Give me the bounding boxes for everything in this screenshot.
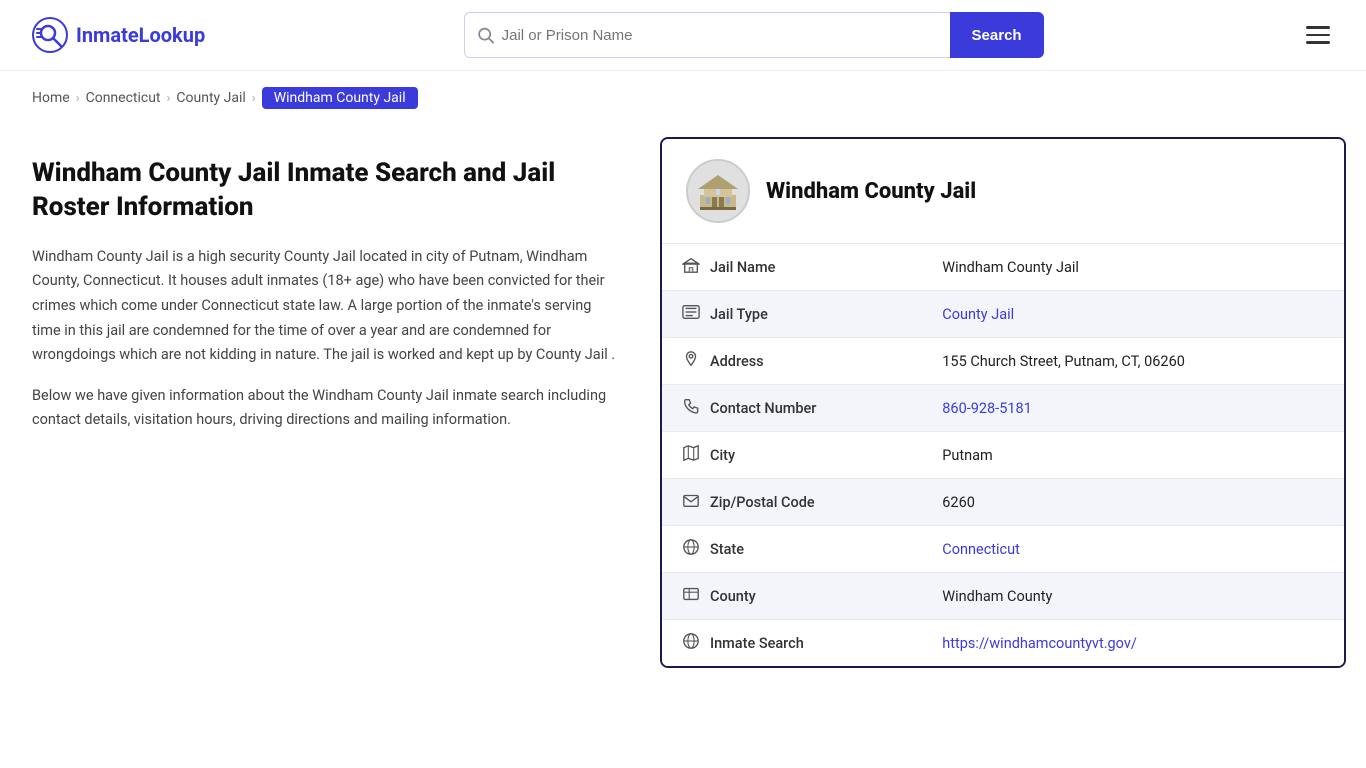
left-panel: Windham County Jail Inmate Search and Ja… [0, 117, 660, 717]
main-content: Windham County Jail Inmate Search and Ja… [0, 117, 1366, 717]
breadcrumb: Home › Connecticut › County Jail › Windh… [0, 71, 1366, 117]
info-value-address: 155 Church Street, Putnam, CT, 06260 [922, 338, 1344, 385]
breadcrumb-connecticut[interactable]: Connecticut [86, 90, 161, 106]
page-heading: Windham County Jail Inmate Search and Ja… [32, 157, 620, 225]
info-card: Windham County Jail Jail Name Windham Cou… [660, 137, 1346, 668]
county-label: County [710, 588, 756, 605]
contact-link[interactable]: 860-928-5181 [942, 400, 1032, 417]
jail-type-label: Jail Type [710, 306, 768, 323]
state-link[interactable]: Connecticut [942, 541, 1020, 558]
info-table: Jail Name Windham County Jail Jail Type Cou… [662, 243, 1344, 666]
info-table-row: City Putnam [662, 432, 1344, 479]
info-value-city: Putnam [922, 432, 1344, 479]
state-label: State [710, 541, 744, 558]
hamburger-line-2 [1306, 34, 1330, 37]
info-card-title: Windham County Jail [766, 179, 976, 204]
search-input[interactable] [502, 27, 938, 44]
description-paragraph-1: Windham County Jail is a high security C… [32, 245, 620, 368]
jail-type-icon [682, 303, 700, 325]
state-icon [682, 538, 700, 560]
search-icon [477, 26, 494, 44]
address-label: Address [710, 353, 764, 370]
breadcrumb-home[interactable]: Home [32, 90, 70, 106]
hamburger-menu[interactable] [1302, 22, 1334, 48]
info-value-jail-name: Windham County Jail [922, 244, 1344, 291]
logo-icon [32, 17, 68, 53]
info-value-zip: 6260 [922, 479, 1344, 526]
jail-building-icon [694, 167, 742, 215]
breadcrumb-sep-1: › [76, 91, 80, 106]
info-value-state[interactable]: Connecticut [922, 526, 1344, 573]
info-value-jail-type[interactable]: County Jail [922, 291, 1344, 338]
info-table-row: Jail Name Windham County Jail [662, 244, 1344, 291]
inmate-search-link[interactable]: https://windhamcountyvt.gov/ [942, 635, 1137, 652]
info-table-row: Address 155 Church Street, Putnam, CT, 06… [662, 338, 1344, 385]
info-label-county: County [662, 573, 922, 620]
description-paragraph-2: Below we have given information about th… [32, 384, 620, 433]
info-label-zip: Zip/Postal Code [662, 479, 922, 526]
breadcrumb-sep-3: › [252, 91, 256, 106]
inmate-search-icon [682, 632, 700, 654]
info-card-header: Windham County Jail [662, 139, 1344, 243]
info-value-county: Windham County [922, 573, 1344, 620]
logo-link[interactable]: InmateLookup [32, 17, 205, 53]
hamburger-line-3 [1306, 41, 1330, 44]
inmate-search-label: Inmate Search [710, 635, 804, 652]
breadcrumb-sep-2: › [167, 91, 171, 106]
county-icon [682, 585, 700, 607]
search-area: Search [464, 12, 1044, 58]
search-input-wrapper [464, 12, 950, 58]
info-label-jail-name: Jail Name [662, 244, 922, 291]
info-table-row: Zip/Postal Code 6260 [662, 479, 1344, 526]
info-label-city: City [662, 432, 922, 479]
search-button[interactable]: Search [950, 12, 1044, 58]
info-value-contact[interactable]: 860-928-5181 [922, 385, 1344, 432]
info-label-state: State [662, 526, 922, 573]
city-label: City [710, 447, 735, 464]
address-icon [682, 350, 700, 372]
zip-label: Zip/Postal Code [710, 494, 815, 511]
header: InmateLookup Search [0, 0, 1366, 71]
info-table-row: County Windham County [662, 573, 1344, 620]
info-label-jail-type: Jail Type [662, 291, 922, 338]
info-table-row: Contact Number 860-928-5181 [662, 385, 1344, 432]
breadcrumb-current: Windham County Jail [262, 87, 418, 109]
breadcrumb-county-jail[interactable]: County Jail [176, 90, 245, 106]
info-value-inmate-search[interactable]: https://windhamcountyvt.gov/ [922, 620, 1344, 667]
hamburger-line-1 [1306, 26, 1330, 29]
contact-label: Contact Number [710, 400, 816, 417]
contact-icon [682, 397, 700, 419]
info-label-inmate-search: Inmate Search [662, 620, 922, 667]
jail-name-label: Jail Name [710, 259, 775, 276]
right-panel: Windham County Jail Jail Name Windham Cou… [660, 117, 1366, 717]
jail-name-icon [682, 256, 700, 278]
info-label-address: Address [662, 338, 922, 385]
info-table-row: Jail Type County Jail [662, 291, 1344, 338]
info-label-contact: Contact Number [662, 385, 922, 432]
city-icon [682, 444, 700, 466]
jail-avatar [686, 159, 750, 223]
logo-text: InmateLookup [76, 23, 205, 47]
zip-icon [682, 491, 700, 513]
info-table-row: State Connecticut [662, 526, 1344, 573]
info-table-row: Inmate Search https://windhamcountyvt.gov… [662, 620, 1344, 667]
jail-type-link[interactable]: County Jail [942, 306, 1014, 323]
